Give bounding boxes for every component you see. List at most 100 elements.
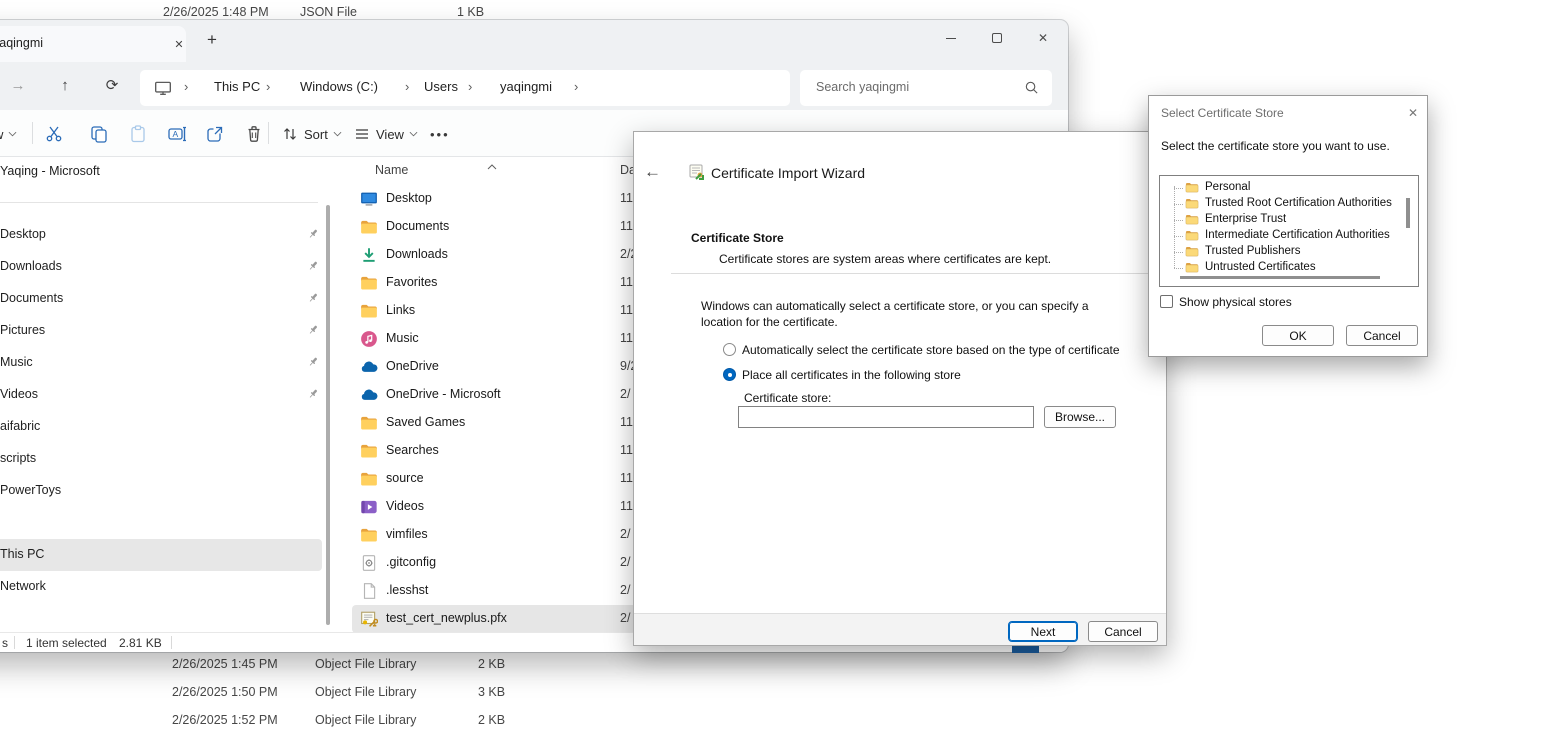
back-arrow-icon[interactable]: ← (644, 162, 661, 182)
sidebar-item-videos[interactable]: Videos (0, 379, 330, 411)
wizard-cancel-button[interactable]: Cancel (1088, 621, 1158, 642)
sidebar-item-documents[interactable]: Documents (0, 283, 330, 315)
breadcrumb-this-pc[interactable]: This PC (214, 79, 260, 94)
delete-button[interactable] (244, 122, 264, 146)
status-items-fragment: s (2, 636, 8, 650)
next-button[interactable]: Next (1008, 621, 1078, 642)
bg-file-row[interactable]: 2/26/2025 1:45 PMObject File Library2 KB (0, 650, 1543, 678)
sidebar-account-label[interactable]: Yaqing - Microsoft (0, 164, 100, 178)
sidebar-item-pictures[interactable]: Pictures (0, 315, 330, 347)
folder-icon (360, 526, 378, 544)
tree-vertical-scrollbar[interactable] (1406, 198, 1410, 228)
close-icon: ✕ (1038, 31, 1048, 45)
sidebar-item-label: This PC (0, 547, 44, 561)
certificate-store-tree[interactable]: PersonalTrusted Root Certification Autho… (1159, 175, 1419, 287)
tree-item-intermediate-certification-authorities[interactable]: Intermediate Certification Authorities (1160, 228, 1418, 244)
search-input[interactable]: Search yaqingmi (800, 70, 1052, 106)
maximize-button[interactable] (974, 23, 1020, 53)
folder-icon (360, 274, 378, 292)
breadcrumb-yaqingmi[interactable]: yaqingmi (500, 79, 552, 94)
bg-file-type: Object File Library (315, 657, 416, 671)
search-placeholder: Search yaqingmi (816, 80, 909, 94)
copy-button[interactable] (89, 122, 109, 146)
chevron-down-icon (409, 131, 418, 137)
folder-icon (360, 218, 378, 236)
sidebar-item-music[interactable]: Music (0, 347, 330, 379)
tree-item-label: Intermediate Certification Authorities (1205, 229, 1390, 241)
sidebar-item-scripts[interactable]: scripts (0, 443, 330, 475)
videos-icon (360, 498, 378, 516)
tree-item-label: Trusted Root Certification Authorities (1205, 197, 1392, 209)
breadcrumb-windows-c[interactable]: Windows (C:) (300, 79, 378, 94)
paste-button[interactable] (128, 122, 148, 146)
status-selection: 1 item selected (26, 636, 107, 650)
file-name: vimfiles (386, 527, 428, 541)
rename-button[interactable]: A (167, 122, 188, 146)
dialog-cancel-button-label: Cancel (1363, 329, 1400, 343)
radio-place-all-certificates-label[interactable]: Place all certificates in the following … (742, 368, 961, 382)
bg-file-date: 2/26/2025 1:48 PM (163, 5, 269, 19)
sort-button[interactable]: Sort (281, 122, 342, 146)
tree-item-trusted-publishers[interactable]: Trusted Publishers (1160, 244, 1418, 260)
navigation-bar: → ↑ ⟳ › This PC › Windows (C:) › Users ›… (0, 62, 1068, 110)
tree-item-enterprise-trust[interactable]: Enterprise Trust (1160, 212, 1418, 228)
tree-horizontal-scrollbar[interactable] (1180, 276, 1380, 279)
tree-item-personal[interactable]: Personal (1160, 180, 1418, 196)
sidebar-item-downloads[interactable]: Downloads (0, 251, 330, 283)
file-name: source (386, 471, 424, 485)
minimize-button[interactable] (928, 23, 974, 53)
up-icon[interactable]: ↑ (51, 72, 79, 100)
bg-file-row[interactable]: 2/26/2025 1:50 PMObject File Library3 KB (0, 678, 1543, 706)
tree-item-untrusted-certificates[interactable]: Untrusted Certificates (1160, 260, 1418, 276)
dialog-close-icon[interactable]: ✕ (1404, 104, 1422, 122)
bg-file-date: 2/26/2025 1:52 PM (172, 713, 278, 727)
tree-item-trusted-root-certification-authorities[interactable]: Trusted Root Certification Authorities (1160, 196, 1418, 212)
sidebar-scrollbar[interactable] (326, 205, 330, 625)
breadcrumb-users[interactable]: Users (424, 79, 458, 94)
bg-file-row[interactable]: 2/26/2025 1:52 PMObject File Library2 KB (0, 706, 1543, 734)
sidebar-item-this-pc[interactable]: This PC (0, 539, 322, 571)
pin-icon (306, 259, 320, 278)
file-name: Desktop (386, 191, 432, 205)
gitconfig-icon (360, 554, 378, 572)
pin-icon (306, 323, 320, 342)
breadcrumb-chevron: › (184, 79, 188, 94)
certificate-store-input[interactable] (738, 406, 1034, 428)
desktop-icon (360, 190, 378, 208)
sidebar-item-powertoys[interactable]: PowerToys (0, 475, 330, 507)
breadcrumb-chevron: › (266, 79, 270, 94)
close-button[interactable]: ✕ (1020, 23, 1066, 53)
address-bar[interactable]: › This PC › Windows (C:) › Users › yaqin… (140, 70, 790, 106)
ok-button[interactable]: OK (1262, 325, 1334, 346)
copy-icon (89, 124, 109, 144)
new-button[interactable]: w (0, 122, 17, 146)
show-physical-stores-checkbox[interactable] (1160, 295, 1173, 308)
new-tab-button[interactable]: + (200, 28, 224, 52)
radio-auto-select-store[interactable] (723, 343, 736, 356)
show-physical-stores-label[interactable]: Show physical stores (1179, 295, 1292, 309)
sidebar-item-network[interactable]: Network (0, 571, 330, 603)
cut-button[interactable] (44, 122, 64, 146)
sidebar-item-desktop[interactable]: Desktop (0, 219, 330, 251)
view-button[interactable]: View (353, 122, 418, 146)
tab-close-icon[interactable]: ✕ (168, 34, 190, 56)
view-label: View (376, 127, 404, 142)
column-header-name[interactable]: Name (375, 163, 408, 177)
radio-place-all-certificates[interactable] (723, 368, 736, 381)
forward-icon[interactable]: → (4, 72, 32, 100)
wizard-page-heading: Certificate Store (691, 231, 784, 245)
file-date-fragment: 2/ (620, 583, 630, 597)
browse-button[interactable]: Browse... (1044, 406, 1116, 428)
refresh-icon[interactable]: ⟳ (98, 72, 126, 100)
select-certificate-store-dialog: Select Certificate Store ✕ Select the ce… (1148, 95, 1428, 357)
onedrive-icon (360, 358, 378, 376)
sidebar-item-aifabric[interactable]: aifabric (0, 411, 330, 443)
radio-auto-select-store-label[interactable]: Automatically select the certificate sto… (742, 343, 1120, 357)
share-button[interactable] (205, 122, 225, 146)
browse-button-label: Browse... (1055, 410, 1105, 424)
dialog-cancel-button[interactable]: Cancel (1346, 325, 1418, 346)
explorer-tab[interactable]: yaqingmi ✕ (0, 26, 186, 62)
bg-file-type: Object File Library (315, 713, 416, 727)
sort-ascending-icon (487, 157, 497, 175)
more-options-button[interactable]: ••• (430, 122, 450, 146)
